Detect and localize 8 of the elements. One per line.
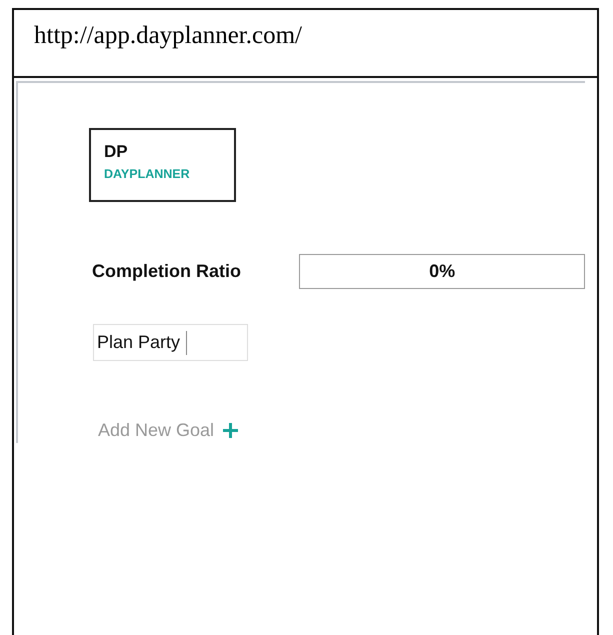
logo-name: DAYPLANNER bbox=[104, 166, 191, 183]
progress-reading: 0% bbox=[429, 261, 456, 282]
logo-initials: DP bbox=[104, 142, 129, 162]
plus-icon[interactable] bbox=[222, 422, 240, 439]
address-bar[interactable]: http://app.dayplanner.com/ bbox=[14, 10, 597, 78]
url-text: http://app.dayplanner.com/ bbox=[34, 22, 302, 49]
goal-field[interactable]: Plan Party bbox=[93, 324, 248, 361]
completion-label: Completion Ratio bbox=[92, 261, 242, 282]
